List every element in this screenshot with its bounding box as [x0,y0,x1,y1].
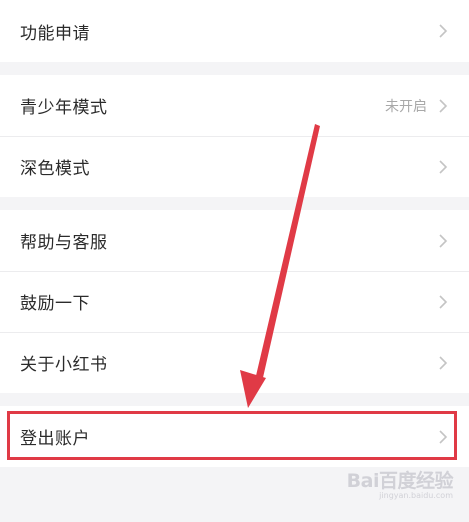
chevron-right-icon [439,355,448,370]
row-dark-mode[interactable]: 深色模式 [0,136,469,197]
row-teen-mode[interactable]: 青少年模式 未开启 [0,75,469,136]
baidu-watermark: Bai百度经验 jingyan.baidu.com [346,466,454,500]
chevron-right-icon [439,159,448,174]
chevron-right-icon [439,24,448,38]
chevron-right-icon [439,294,448,309]
row-label: 青少年模式 [20,98,108,118]
row-label: 功能申请 [20,23,90,44]
section-gap [0,62,469,75]
row-logout[interactable]: 登出账户 [0,406,469,467]
chevron-right-icon [439,233,448,248]
settings-group-4: 登出账户 [0,406,469,467]
row-help-support[interactable]: 帮助与客服 [0,210,469,271]
row-feature-request[interactable]: 功能申请 [0,0,469,62]
settings-group-3: 帮助与客服 鼓励一下 关于小红书 [0,210,469,393]
row-value: 未开启 [385,98,427,115]
row-label: 鼓励一下 [20,294,90,314]
row-label: 关于小红书 [20,355,108,375]
section-gap [0,197,469,210]
chevron-right-icon [439,98,448,113]
row-encourage[interactable]: 鼓励一下 [0,271,469,332]
settings-group-2: 青少年模式 未开启 深色模式 [0,75,469,197]
chevron-right-icon [439,429,448,444]
row-label: 登出账户 [20,429,90,449]
row-label: 深色模式 [20,159,90,179]
watermark-url: jingyan.baidu.com [379,491,453,500]
row-about[interactable]: 关于小红书 [0,332,469,393]
settings-group-1: 功能申请 [0,0,469,62]
row-label: 帮助与客服 [20,233,108,253]
section-gap [0,393,469,406]
watermark-brand: Bai百度经验 [346,470,454,492]
